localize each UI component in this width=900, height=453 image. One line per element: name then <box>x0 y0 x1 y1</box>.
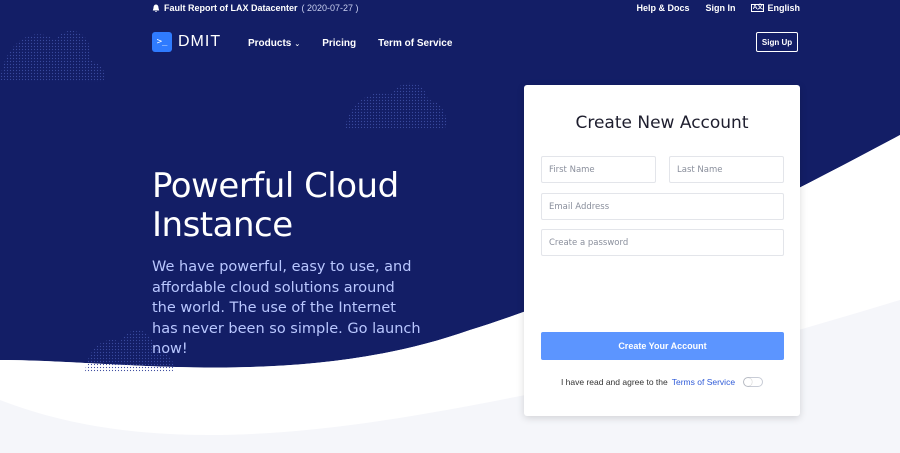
language-icon: A文 <box>751 4 765 12</box>
chevron-down-icon: ⌄ <box>294 41 301 48</box>
bell-icon <box>152 4 160 12</box>
agree-toggle[interactable] <box>743 377 764 387</box>
logo-text: DMIT <box>178 33 222 50</box>
terms-link[interactable]: Terms of Service <box>672 377 735 387</box>
nav-products[interactable]: Products ⌄ <box>248 38 300 49</box>
form-title: Create New Account <box>575 113 749 133</box>
password-input[interactable]: Create a password <box>541 229 784 256</box>
notice-date: ( 2020-07-27 ) <box>301 3 359 13</box>
agree-text: I have read and agree to the <box>560 377 668 387</box>
terms-agreement: I have read and agree to the Terms of Se… <box>524 377 800 387</box>
fault-notice[interactable]: Fault Report of LAX Datacenter ( 2020-07… <box>152 3 359 13</box>
hero-subtext: We have powerful, easy to use, and affor… <box>152 259 421 357</box>
language-label: English <box>767 3 800 13</box>
last-name-input[interactable]: Last Name <box>669 156 784 183</box>
main-nav: >_ DMIT Products ⌄ Pricing Term of Servic… <box>0 30 900 56</box>
terminal-icon: >_ <box>152 32 172 52</box>
nav-terms[interactable]: Term of Service <box>378 38 452 49</box>
help-docs-link[interactable]: Help & Docs <box>636 3 689 13</box>
language-selector[interactable]: A文 English <box>751 3 800 13</box>
top-bar: Fault Report of LAX Datacenter ( 2020-07… <box>0 0 900 18</box>
nav-products-label: Products <box>248 38 292 49</box>
hero-headline: Powerful Cloud Instance <box>152 166 399 245</box>
signup-form-card: Create New Account First Name Last Name … <box>524 85 800 416</box>
sign-up-button[interactable]: Sign Up <box>756 32 798 52</box>
sign-in-link[interactable]: Sign In <box>705 3 735 13</box>
email-input[interactable]: Email Address <box>541 193 784 220</box>
logo[interactable]: >_ DMIT <box>152 32 221 52</box>
nav-pricing[interactable]: Pricing <box>322 38 356 49</box>
notice-text[interactable]: Fault Report of LAX Datacenter <box>164 3 298 13</box>
create-account-button[interactable]: Create Your Account <box>541 332 784 360</box>
first-name-input[interactable]: First Name <box>541 156 656 183</box>
